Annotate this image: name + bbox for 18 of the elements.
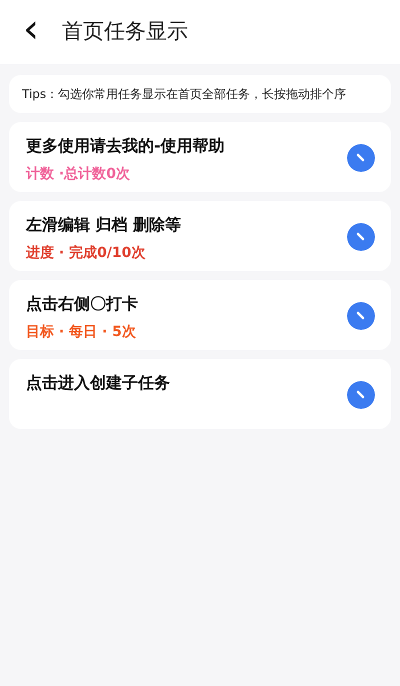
task-subtitle: 进度 · 完成0/10次 <box>26 244 146 263</box>
tips-text: Tips：勾选你常用任务显示在首页全部任务，长按拖动排个序 <box>9 75 391 113</box>
task-title: 点击进入创建子任务 <box>26 372 170 394</box>
task-card[interactable]: 左滑编辑 归档 删除等 进度 · 完成0/10次 <box>9 201 391 271</box>
check-icon[interactable] <box>347 144 375 172</box>
task-title: 点击右侧〇打卡 <box>26 293 138 315</box>
check-icon[interactable] <box>347 302 375 330</box>
check-icon[interactable] <box>347 223 375 251</box>
task-card[interactable]: 更多使用请去我的-使用帮助 计数 ·总计数0次 <box>9 122 391 192</box>
page-title: 首页任务显示 <box>62 18 188 46</box>
task-subtitle: 目标 · 每日 · 5次 <box>26 323 137 342</box>
task-title: 更多使用请去我的-使用帮助 <box>26 135 225 157</box>
task-subtitle: 计数 ·总计数0次 <box>26 165 131 184</box>
task-title: 左滑编辑 归档 删除等 <box>26 214 182 236</box>
task-card[interactable]: 点击进入创建子任务 <box>9 359 391 429</box>
back-button[interactable]: ‹ <box>16 9 46 55</box>
check-icon[interactable] <box>347 381 375 409</box>
task-card[interactable]: 点击右侧〇打卡 目标 · 每日 · 5次 <box>9 280 391 350</box>
